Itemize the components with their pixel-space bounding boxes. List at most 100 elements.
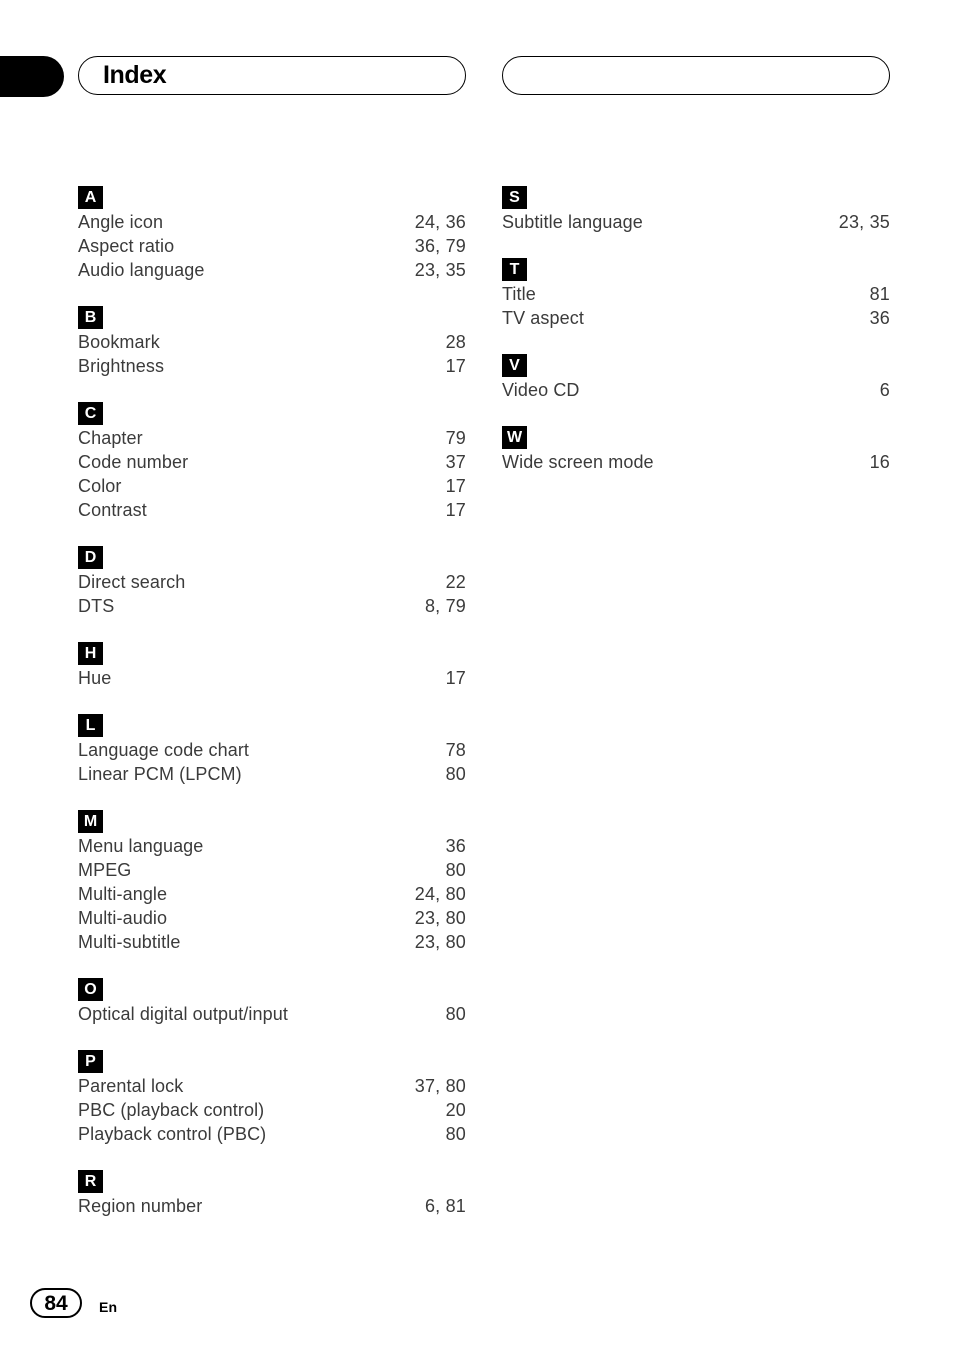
index-entry[interactable]: Playback control (PBC)..................… bbox=[78, 1124, 466, 1148]
index-entry-label: Video CD bbox=[502, 380, 580, 400]
index-entry-label: Linear PCM (LPCM) bbox=[78, 764, 242, 784]
index-entry-page-reference: 6, 81 bbox=[424, 1196, 466, 1216]
index-entry-label: Hue bbox=[78, 668, 112, 688]
page-footer: 84 En bbox=[30, 1288, 117, 1318]
index-entry-page-reference: 80 bbox=[445, 1004, 466, 1024]
index-entry[interactable]: Brightness..............................… bbox=[78, 356, 466, 380]
index-entry-page-reference: 36 bbox=[445, 836, 466, 856]
index-entry-label: MPEG bbox=[78, 860, 132, 880]
letter-group-s: S Subtitle language......................… bbox=[502, 186, 890, 236]
index-entry[interactable]: Region number...........................… bbox=[78, 1196, 466, 1220]
index-entry-page-reference: 20 bbox=[445, 1100, 466, 1120]
index-entry-label: DTS bbox=[78, 596, 115, 616]
index-entry[interactable]: Wide screen mode........................… bbox=[502, 452, 890, 476]
index-entry[interactable]: Video CD................................… bbox=[502, 380, 890, 404]
letter-group-b: B Bookmark...............................… bbox=[78, 306, 466, 380]
index-entry-page-reference: 37 bbox=[445, 452, 466, 472]
index-entry-page-reference: 17 bbox=[445, 356, 466, 376]
letter-badge-o: O bbox=[78, 978, 103, 1001]
letter-badge-a: A bbox=[78, 186, 103, 209]
index-entry-page-reference: 23, 80 bbox=[414, 908, 466, 928]
index-entry-label: Menu language bbox=[78, 836, 204, 856]
letter-badge-r: R bbox=[78, 1170, 103, 1193]
letter-badge-w: W bbox=[502, 426, 527, 449]
index-entry[interactable]: DTS.....................................… bbox=[78, 596, 466, 620]
index-entry-label: Bookmark bbox=[78, 332, 160, 352]
header-pill-left: Index bbox=[78, 56, 466, 95]
letter-group-o: O Optical digital output/input...........… bbox=[78, 978, 466, 1028]
index-entry-page-reference: 23, 35 bbox=[838, 212, 890, 232]
page-title: Index bbox=[103, 60, 167, 89]
index-entry-label: Audio language bbox=[78, 260, 205, 280]
index-entry[interactable]: Color...................................… bbox=[78, 476, 466, 500]
index-entry[interactable]: Code number.............................… bbox=[78, 452, 466, 476]
letter-badge-c: C bbox=[78, 402, 103, 425]
index-entry[interactable]: MPEG....................................… bbox=[78, 860, 466, 884]
index-entry-page-reference: 36, 79 bbox=[414, 236, 466, 256]
index-entry[interactable]: Bookmark................................… bbox=[78, 332, 466, 356]
index-entry-page-reference: 8, 79 bbox=[424, 596, 466, 616]
index-entry-page-reference: 78 bbox=[445, 740, 466, 760]
index-entry-page-reference: 17 bbox=[445, 476, 466, 496]
index-entry-label: TV aspect bbox=[502, 308, 584, 328]
letter-badge-s: S bbox=[502, 186, 527, 209]
letter-group-w: W Wide screen mode.......................… bbox=[502, 426, 890, 476]
letter-badge-l: L bbox=[78, 714, 103, 737]
letter-group-v: V Video CD...............................… bbox=[502, 354, 890, 404]
letter-group-t: T Title..................................… bbox=[502, 258, 890, 332]
index-entry[interactable]: Direct search...........................… bbox=[78, 572, 466, 596]
index-entry-label: Region number bbox=[78, 1196, 203, 1216]
index-entry-page-reference: 24, 36 bbox=[414, 212, 466, 232]
index-entry[interactable]: Menu language...........................… bbox=[78, 836, 466, 860]
index-entry[interactable]: Contrast................................… bbox=[78, 500, 466, 524]
index-entry[interactable]: Multi-audio.............................… bbox=[78, 908, 466, 932]
index-entry[interactable]: Parental lock...........................… bbox=[78, 1076, 466, 1100]
index-entry[interactable]: Hue.....................................… bbox=[78, 668, 466, 692]
index-entry-label: Aspect ratio bbox=[78, 236, 175, 256]
index-entry[interactable]: Chapter.................................… bbox=[78, 428, 466, 452]
index-entry[interactable]: Optical digital output/input............… bbox=[78, 1004, 466, 1028]
index-column-left: A Angle icon.............................… bbox=[78, 186, 466, 1220]
index-entry-label: Brightness bbox=[78, 356, 165, 376]
page-number-badge: 84 bbox=[30, 1288, 82, 1318]
index-entry-label: Direct search bbox=[78, 572, 186, 592]
index-entry-label: Color bbox=[78, 476, 122, 496]
index-entry-page-reference: 23, 35 bbox=[414, 260, 466, 280]
index-entry[interactable]: Audio language..........................… bbox=[78, 260, 466, 284]
index-entry-page-reference: 81 bbox=[869, 284, 890, 304]
index-entry-page-reference: 80 bbox=[445, 860, 466, 880]
index-entry[interactable]: Multi-subtitle..........................… bbox=[78, 932, 466, 956]
index-entry-page-reference: 80 bbox=[445, 1124, 466, 1144]
index-entry[interactable]: TV aspect...............................… bbox=[502, 308, 890, 332]
index-entry[interactable]: Angle icon..............................… bbox=[78, 212, 466, 236]
header-pill-right bbox=[502, 56, 890, 95]
index-entry-label: PBC (playback control) bbox=[78, 1100, 265, 1120]
index-entry[interactable]: PBC (playback control)..................… bbox=[78, 1100, 466, 1124]
index-entry-label: Parental lock bbox=[78, 1076, 184, 1096]
index-entry-page-reference: 22 bbox=[445, 572, 466, 592]
index-entry[interactable]: Linear PCM (LPCM).......................… bbox=[78, 764, 466, 788]
index-entry[interactable]: Language code chart.....................… bbox=[78, 740, 466, 764]
index-entry-label: Multi-angle bbox=[78, 884, 168, 904]
index-entry-page-reference: 16 bbox=[869, 452, 890, 472]
index-entry-label: Chapter bbox=[78, 428, 143, 448]
index-entry-page-reference: 79 bbox=[445, 428, 466, 448]
index-entry-page-reference: 24, 80 bbox=[414, 884, 466, 904]
letter-badge-d: D bbox=[78, 546, 103, 569]
index-entry[interactable]: Multi-angle.............................… bbox=[78, 884, 466, 908]
letter-badge-v: V bbox=[502, 354, 527, 377]
index-entry[interactable]: Aspect ratio............................… bbox=[78, 236, 466, 260]
index-entry-page-reference: 80 bbox=[445, 764, 466, 784]
letter-badge-p: P bbox=[78, 1050, 103, 1073]
index-entry[interactable]: Title...................................… bbox=[502, 284, 890, 308]
index-entry-page-reference: 17 bbox=[445, 500, 466, 520]
index-entry-label: Language code chart bbox=[78, 740, 250, 760]
index-entry-label: Subtitle language bbox=[502, 212, 643, 232]
letter-badge-m: M bbox=[78, 810, 103, 833]
letter-group-m: M Menu language..........................… bbox=[78, 810, 466, 956]
index-entry-label: Optical digital output/input bbox=[78, 1004, 288, 1024]
header-black-tab-marker bbox=[0, 56, 64, 97]
letter-group-c: C Chapter................................… bbox=[78, 402, 466, 524]
letter-badge-t: T bbox=[502, 258, 527, 281]
index-entry[interactable]: Subtitle language.......................… bbox=[502, 212, 890, 236]
